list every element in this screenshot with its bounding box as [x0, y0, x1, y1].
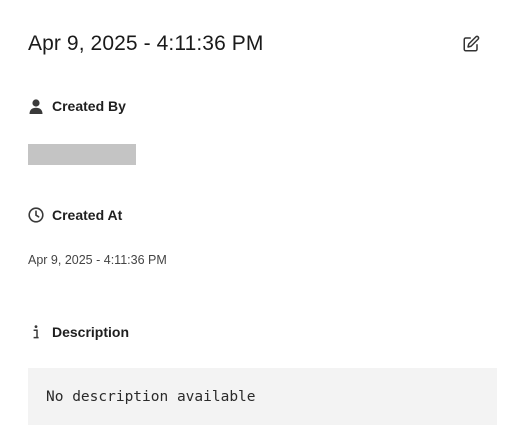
details-panel: Apr 9, 2025 - 4:11:36 PM Created By Crea… [0, 0, 512, 440]
created-by-value-redacted [28, 144, 136, 165]
created-at-header: Created At [28, 205, 122, 225]
info-icon [28, 324, 44, 340]
description-label: Description [52, 324, 130, 340]
person-icon [28, 98, 44, 114]
description-box: No description available [28, 368, 497, 425]
description-value: No description available [46, 388, 256, 405]
created-at-value: Apr 9, 2025 - 4:11:36 PM [28, 253, 167, 267]
created-by-label: Created By [52, 98, 126, 114]
edit-button[interactable] [460, 33, 482, 55]
page-title: Apr 9, 2025 - 4:11:36 PM [28, 32, 264, 55]
edit-icon [462, 35, 480, 53]
clock-icon [28, 207, 44, 223]
created-by-header: Created By [28, 96, 126, 116]
description-header: Description [28, 322, 129, 342]
created-at-label: Created At [52, 207, 123, 223]
